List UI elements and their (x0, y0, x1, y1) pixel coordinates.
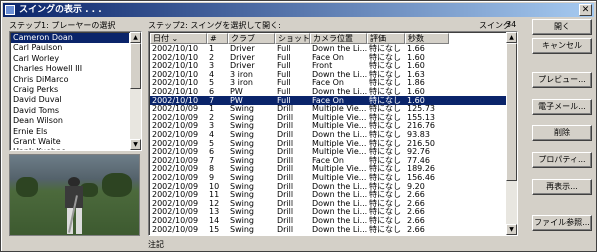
scroll-up-icon[interactable]: ▲ (506, 32, 517, 43)
table-row[interactable]: 2002/10/09 15 Swing Drill Down the Li... 特になし… (150, 225, 507, 234)
player-list-item[interactable]: David Duval (11, 95, 129, 105)
player-list-item[interactable]: David Toms (11, 106, 129, 116)
column-header[interactable]: カメラ位置 (310, 33, 367, 44)
player-list-scrollbar[interactable]: ▲ ▼ (130, 32, 141, 150)
browse-files-button[interactable]: ファイル参照... (532, 215, 592, 231)
table-cell: Swing (230, 224, 254, 234)
swing-preview-image (9, 154, 140, 236)
swing-table-scrollbar[interactable]: ▲ ▼ (506, 32, 517, 235)
column-header[interactable]: 評価 (367, 33, 405, 44)
close-icon[interactable]: ✕ (579, 4, 592, 16)
column-header-label: ショット (278, 34, 310, 43)
preview-button[interactable]: プレビュー... (532, 72, 592, 88)
app-icon (5, 5, 15, 15)
player-list-item[interactable]: Cameron Doan (11, 33, 129, 44)
rename-button[interactable]: 再表示... (532, 179, 592, 195)
column-header[interactable]: 日付 ⌄ (150, 33, 207, 44)
player-list-item[interactable]: Charles Howell III (11, 64, 129, 74)
table-cell: 特になし (369, 224, 401, 234)
table-cell: 2.66 (407, 224, 425, 234)
step2-label: ステップ2: スイングを選択して開く: (148, 21, 281, 30)
player-list-item[interactable]: Craig Perks (11, 85, 129, 95)
scroll-thumb[interactable] (130, 43, 141, 89)
player-list-item[interactable]: Hank Kuehne (11, 147, 129, 150)
swing-table[interactable]: 日付 ⌄ # クラブ ショット カメラ位置 評価 秒数 2002/10/10 1 Driver F… (148, 31, 518, 236)
player-list-item[interactable]: Carl Worley (11, 54, 129, 64)
player-list[interactable]: Cameron Doan Carl Paulson Carl Worley Charl… (9, 31, 142, 151)
sort-arrow-icon: ⌄ (169, 34, 179, 43)
column-header-label: 評価 (370, 34, 386, 43)
player-list-item[interactable]: Dean Wilson (11, 116, 129, 126)
player-list-item[interactable]: Grant Waite (11, 137, 129, 147)
properties-button[interactable]: プロパティ... (532, 152, 592, 168)
table-cell: 15 (209, 224, 220, 234)
scroll-thumb[interactable] (506, 43, 517, 181)
swing-count-value: 34 (506, 20, 517, 29)
open-button[interactable]: 開く (532, 19, 592, 35)
scroll-down-icon[interactable]: ▼ (506, 224, 517, 235)
column-header[interactable]: クラブ (228, 33, 275, 44)
column-header-label: カメラ位置 (313, 34, 353, 43)
column-header-label: # (210, 34, 217, 43)
column-header-label: 秒数 (408, 34, 424, 43)
column-header[interactable]: 秒数 (405, 33, 449, 44)
cancel-button[interactable]: キャンセル (532, 38, 592, 54)
table-cell: Drill (277, 224, 294, 234)
table-cell: 2002/10/09 (152, 224, 199, 234)
column-header[interactable]: ショット (275, 33, 310, 44)
email-button[interactable]: 電子メール... (532, 99, 592, 115)
column-header-label: 日付 (153, 34, 169, 43)
window-title: スイングの表示 . . . (19, 5, 102, 15)
column-header-label: クラブ (231, 34, 255, 43)
player-list-item[interactable]: Chris DiMarco (11, 75, 129, 85)
scroll-up-icon[interactable]: ▲ (130, 32, 141, 43)
delete-button[interactable]: 削除 (532, 125, 592, 141)
title-bar: スイングの表示 . . . ✕ (3, 3, 594, 17)
table-cell: Down the Li... (312, 224, 367, 234)
player-list-item[interactable]: Ernie Els (11, 127, 129, 137)
swing-view-dialog: スイングの表示 . . . ✕ ステップ1: プレーヤーの選択 Cameron … (0, 0, 597, 252)
scroll-down-icon[interactable]: ▼ (130, 139, 141, 150)
notes-label: 注記 (148, 240, 164, 249)
step1-label: ステップ1: プレーヤーの選択 (9, 21, 116, 30)
player-list-item[interactable]: Carl Paulson (11, 43, 129, 53)
column-header[interactable]: # (207, 33, 228, 44)
